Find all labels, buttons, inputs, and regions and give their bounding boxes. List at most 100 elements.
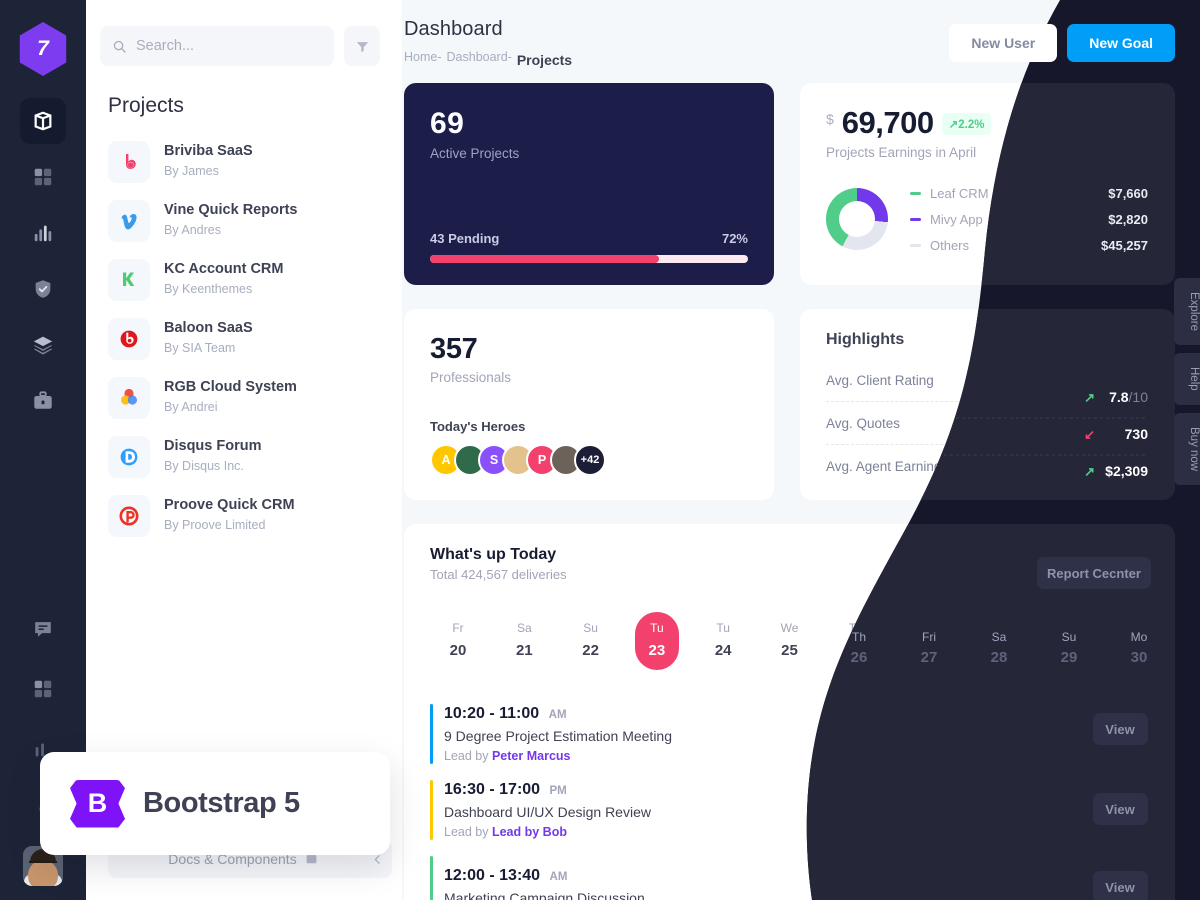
progress-bar-fill [430,255,659,263]
earnings-delta-badge: ↗2.2% [941,113,992,135]
list-item[interactable]: KC Account CRM By Keenthemes [108,250,402,309]
legend-value: $45,257 [1100,237,1147,253]
earnings-legend: Leaf CRM $7,660 Mivy App $2,820 Others $… [910,180,1147,258]
day-number: 21 [515,642,533,659]
legend-swatch [910,243,921,247]
rail-nav [20,98,66,424]
day-weekday: Su [1047,621,1063,635]
list-item[interactable]: RGB Cloud System By Andrei [108,368,402,427]
active-projects-value: 69 [430,107,465,140]
bootstrap-letter: B [87,788,108,818]
day-cell[interactable]: Fr 20 [436,612,480,670]
highlight-label: Avg. Client Rating [826,372,934,388]
project-text: Baloon SaaS By SIA Team [164,319,253,357]
sidebar-item-security[interactable] [20,266,66,312]
highlight-row: Avg. Agent Earnings ↗ $2,309 [826,445,1147,488]
list-item[interactable]: Briviba SaaS By James [108,132,402,191]
beats-b-icon [120,330,138,347]
report-center-button[interactable]: Report Cecnter [1023,550,1149,583]
event-view-button[interactable]: View [1081,793,1149,827]
sidebar-item-statistics[interactable] [20,210,66,256]
avatar-overflow-count[interactable]: +42 [574,444,606,476]
day-cell[interactable]: Su 29 [1033,612,1077,670]
list-item[interactable]: Disqus Forum By Disqus Inc. [108,427,402,486]
list-item[interactable]: Proove Quick CRM By Proove Limited [108,486,402,545]
progress-labels: 43 Pending 72% [430,231,748,246]
event-view-button[interactable]: View [1081,869,1149,900]
project-name: Proove Quick CRM [164,497,295,514]
professionals-label: Professionals [430,370,512,385]
side-tab-explore[interactable]: Explore [1174,278,1200,345]
event-row: 10:20 - 11:00 AM 9 Degree Project Estima… [430,696,1149,772]
side-tab-help[interactable]: Help [1174,353,1200,405]
event-lead: Lead by Lead by Bob [444,825,651,839]
earnings-donut-chart [826,188,888,250]
active-projects-card: 69 Active Projects 43 Pending 72% [404,83,774,285]
event-title: Marketing Campaign Discussion [444,889,645,900]
day-cell[interactable]: We 25 [767,612,811,670]
event-color-bar [430,780,433,840]
day-weekday: Su [583,621,598,635]
list-item[interactable]: Baloon SaaS By SIA Team [108,309,402,368]
lead-prefix: Lead by [444,825,492,839]
search-icon [113,40,126,53]
sidebar-item-widgets[interactable] [20,666,66,712]
sidebar-item-projects[interactable] [20,378,66,424]
day-weekday: We [780,621,799,635]
side-tab-buy-now[interactable]: Buy now [1174,412,1200,485]
day-weekday: Sa [981,621,996,635]
highlight-number: 7.8 [1108,372,1128,388]
new-user-button[interactable]: New User [949,24,1058,62]
breadcrumb-item[interactable]: Home- [404,50,442,64]
highlight-value: $2,309 [1104,458,1147,475]
day-cell[interactable]: Sa 28 [966,612,1010,670]
filter-button[interactable] [344,26,380,66]
legend-value: $7,660 [1107,185,1147,201]
highlight-row: Avg. Quotes ↙ 730 [826,402,1147,445]
project-name: RGB Cloud System [164,379,297,396]
heroes-label: Today's Heroes [430,419,526,434]
breadcrumb-item[interactable]: Dashboard- [447,50,512,64]
day-cell[interactable]: Fri 27 [900,612,944,670]
app-root: 7 Search... Projects Briviba SaaS By Jam… [0,0,1200,900]
event-row: 12:00 - 13:40 AM Marketing Campaign Disc… [430,848,1149,900]
day-number: 29 [1046,642,1064,659]
event-ampm: AM [549,870,568,883]
project-text: RGB Cloud System By Andrei [164,378,297,416]
day-weekday: Sa [516,621,532,635]
sidebar-item-layers[interactable] [20,322,66,368]
search-input[interactable]: Search... [100,26,334,66]
day-cell[interactable]: Su 22 [569,612,613,670]
sidebar-item-apps[interactable] [20,154,66,200]
earnings-card: $ 69,700 ↗2.2% Projects Earnings in Apri… [800,83,1173,285]
lead-name[interactable]: Lead by Bob [492,825,567,839]
project-text: KC Account CRM By Keenthemes [164,260,283,298]
project-logo [108,199,150,242]
legend-label: Others [930,237,970,253]
event-view-button[interactable]: View [1081,717,1149,751]
project-logo [108,140,150,183]
cards-row-2: 357 Professionals Today's Heroes A S P +… [404,309,1175,500]
sidebar-item-dashboard[interactable] [20,98,66,144]
sidebar-item-chat[interactable] [20,606,66,652]
pending-label: 43 Pending [430,231,500,246]
highlights-card: Highlights Avg. Client Rating ↗ 7.8/10 A… [800,309,1173,500]
day-cell[interactable]: Sa 21 [502,612,546,670]
progress-section: 43 Pending 72% [430,231,748,263]
day-cell[interactable]: Mo 30 [1099,612,1143,670]
event-lead: Lead by Peter Marcus [444,749,672,763]
avatar-initial: A [441,453,451,467]
legend-label: Leaf CRM [930,185,989,201]
bootstrap-badge-text: Bootstrap 5 [143,787,300,819]
day-number: 22 [582,642,599,659]
project-owner: By Keenthemes [164,281,253,296]
day-cell[interactable]: Th 26 [834,612,878,670]
day-cell[interactable]: Tu 24 [701,612,745,670]
new-goal-button[interactable]: New Goal [1067,24,1175,62]
day-cell-selected[interactable]: Tu 23 [634,612,679,670]
panel-title: Projects [108,94,184,117]
lead-name[interactable]: Peter Marcus [492,749,571,763]
app-logo[interactable]: 7 [16,22,70,76]
list-item[interactable]: Vine Quick Reports By Andres [108,191,402,250]
search-placeholder: Search... [136,38,195,54]
